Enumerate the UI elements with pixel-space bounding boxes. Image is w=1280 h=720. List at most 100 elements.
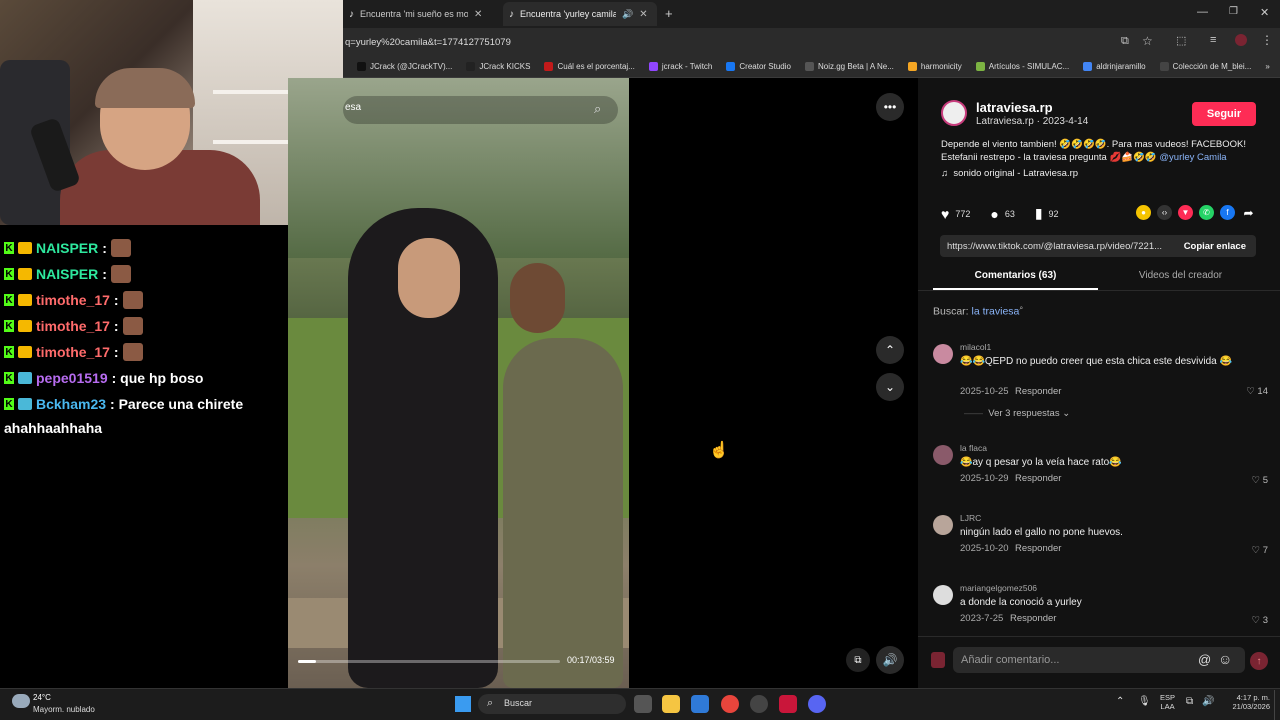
more-options-button[interactable]: •••: [876, 93, 904, 121]
window-close-button[interactable]: ✕: [1260, 6, 1269, 19]
sound-name[interactable]: sonido original - Latraviesa.rp: [953, 168, 1078, 179]
facebook-icon[interactable]: f: [1220, 205, 1235, 220]
adobe-icon[interactable]: [779, 695, 797, 713]
bookmark-item[interactable]: JCrack (@JCrackTV)...: [357, 62, 452, 71]
video-progress-bar[interactable]: [298, 660, 560, 663]
avatar[interactable]: [933, 515, 953, 535]
speaker-icon[interactable]: 🔊: [622, 9, 633, 20]
microphone-icon[interactable]: 🎙: [1138, 696, 1151, 707]
comment-like-button[interactable]: ♡ 14: [1246, 386, 1268, 397]
author-username[interactable]: latraviesa.rp: [976, 100, 1053, 115]
file-explorer-icon[interactable]: [662, 695, 680, 713]
browser-tab-active[interactable]: ♪ Encuentra 'yurley camila' en 🔊 ✕: [503, 2, 657, 26]
view-replies-label[interactable]: Ver 3 respuestas: [988, 408, 1059, 419]
coin-icon[interactable]: ●: [1136, 205, 1151, 220]
chat-username[interactable]: NAISPER: [36, 240, 98, 256]
bookmarks-overflow-button[interactable]: »: [1265, 62, 1280, 71]
minimize-button[interactable]: —: [1197, 6, 1208, 18]
new-tab-button[interactable]: +: [665, 6, 673, 21]
address-bar[interactable]: q=yurley%20camila&t=1774127751079 ⧉ ☆ ⬚ …: [343, 28, 1280, 56]
video-player[interactable]: [288, 78, 629, 688]
browser-tab[interactable]: ♪ Encuentra 'mi sueño es montar ✕: [343, 2, 499, 26]
volume-icon[interactable]: 🔊: [876, 646, 904, 674]
chat-username[interactable]: timothe_17: [36, 344, 110, 360]
media-control-icon[interactable]: ≡: [1210, 34, 1216, 46]
star-icon[interactable]: ☆: [1142, 34, 1153, 48]
video-search-input[interactable]: esa: [343, 96, 618, 124]
previous-video-button[interactable]: ⌃: [876, 336, 904, 364]
send-to-friends-icon[interactable]: ▼: [1178, 205, 1193, 220]
chat-username[interactable]: pepe01519: [36, 370, 108, 386]
search-query-link[interactable]: la traviesa: [972, 306, 1020, 318]
system-clock[interactable]: 4:17 p. m. 21/03/2026: [1226, 693, 1270, 711]
comment-button[interactable]: ● 63: [990, 206, 1014, 222]
reply-button[interactable]: Responder: [1015, 543, 1061, 554]
bookmark-item[interactable]: Artículos - SIMULAC...: [975, 62, 1069, 71]
next-video-button[interactable]: ⌄: [876, 373, 904, 401]
weather-cloud-icon[interactable]: [12, 694, 30, 708]
mention-link[interactable]: @yurley Camila: [1159, 152, 1226, 163]
chat-username[interactable]: NAISPER: [36, 266, 98, 282]
close-icon[interactable]: ✕: [474, 9, 482, 20]
weather-temperature[interactable]: 24°C: [33, 693, 51, 702]
reply-button[interactable]: Responder: [1010, 613, 1056, 624]
bookmark-item[interactable]: Creator Studio: [726, 62, 791, 71]
comment-username[interactable]: la flaca: [960, 443, 987, 453]
chat-username[interactable]: Bckham23: [36, 396, 106, 412]
save-button[interactable]: ▮ 92: [1035, 205, 1059, 222]
close-icon[interactable]: ✕: [639, 9, 647, 20]
emoji-icon[interactable]: ☺: [1218, 651, 1232, 667]
volume-icon[interactable]: 🔊: [1202, 696, 1214, 707]
pip-icon[interactable]: ⧉: [846, 648, 870, 672]
chat-username[interactable]: timothe_17: [36, 318, 110, 334]
chevron-up-icon[interactable]: ⌃: [1116, 696, 1124, 707]
view-replies-button[interactable]: —— Ver 3 respuestas ⌄: [964, 408, 1070, 419]
network-icon[interactable]: ⧉: [1186, 696, 1193, 707]
comment-username[interactable]: LJRC: [960, 513, 981, 523]
discord-icon[interactable]: [808, 695, 826, 713]
bookmark-item[interactable]: jcrack - Twitch: [648, 62, 712, 71]
whatsapp-icon[interactable]: ✆: [1199, 205, 1214, 220]
tab-comments[interactable]: Comentarios (63): [933, 266, 1098, 290]
comment-like-button[interactable]: ♡ 3: [1252, 615, 1268, 626]
task-view-icon[interactable]: [634, 695, 652, 713]
outlook-icon[interactable]: [691, 695, 709, 713]
share-link-text[interactable]: https://www.tiktok.com/@latraviesa.rp/vi…: [940, 241, 1162, 252]
reply-button[interactable]: Responder: [1015, 386, 1061, 397]
follow-button[interactable]: Seguir: [1192, 102, 1256, 126]
app-icon[interactable]: [750, 695, 768, 713]
reply-button[interactable]: Responder: [1015, 473, 1061, 484]
avatar[interactable]: [941, 100, 967, 126]
bookmark-item[interactable]: Noiz.gg Beta | A Ne...: [804, 62, 894, 71]
language-indicator[interactable]: ESP LAA: [1160, 693, 1175, 711]
bookmark-item[interactable]: Colección de M_blei...: [1159, 62, 1251, 71]
restore-button[interactable]: ❐: [1229, 6, 1238, 17]
comment-username[interactable]: mariangelgomez506: [960, 583, 1037, 593]
bookmark-item[interactable]: JCrack KICKS: [466, 62, 530, 71]
send-arrow-icon[interactable]: ↑: [1250, 652, 1268, 670]
avatar[interactable]: [933, 585, 953, 605]
bookmark-item[interactable]: Cuál es el porcentaj...: [544, 62, 635, 71]
comment-username[interactable]: milacol1: [960, 342, 991, 352]
extensions-icon[interactable]: ⬚: [1176, 34, 1186, 47]
embed-icon[interactable]: ‹›: [1157, 205, 1172, 220]
search-suggestion[interactable]: Buscar: la traviesa⌕: [933, 305, 1023, 318]
chrome-icon[interactable]: [721, 695, 739, 713]
mention-icon[interactable]: @: [1198, 652, 1211, 667]
comment-like-button[interactable]: ♡ 5: [1252, 475, 1268, 486]
weather-description[interactable]: Mayorm. nublado: [33, 705, 95, 714]
chat-username[interactable]: timothe_17: [36, 292, 110, 308]
tab-creator-videos[interactable]: Videos del creador: [1098, 266, 1263, 290]
avatar[interactable]: [933, 445, 953, 465]
menu-dots-icon[interactable]: ⋮: [1261, 33, 1273, 47]
avatar[interactable]: [931, 652, 945, 668]
bookmark-item[interactable]: aldrinjaramillo: [1083, 62, 1146, 71]
bookmark-item[interactable]: harmonicity: [907, 62, 962, 71]
install-app-icon[interactable]: ⧉: [1121, 35, 1129, 48]
sound-row[interactable]: ♫ sonido original - Latraviesa.rp: [941, 168, 1078, 179]
share-arrow-icon[interactable]: ➦: [1241, 205, 1256, 220]
show-desktop-button[interactable]: [1274, 690, 1280, 720]
like-button[interactable]: ♥ 772: [941, 206, 970, 222]
profile-avatar[interactable]: [1235, 34, 1247, 46]
comment-like-button[interactable]: ♡ 7: [1252, 545, 1268, 556]
